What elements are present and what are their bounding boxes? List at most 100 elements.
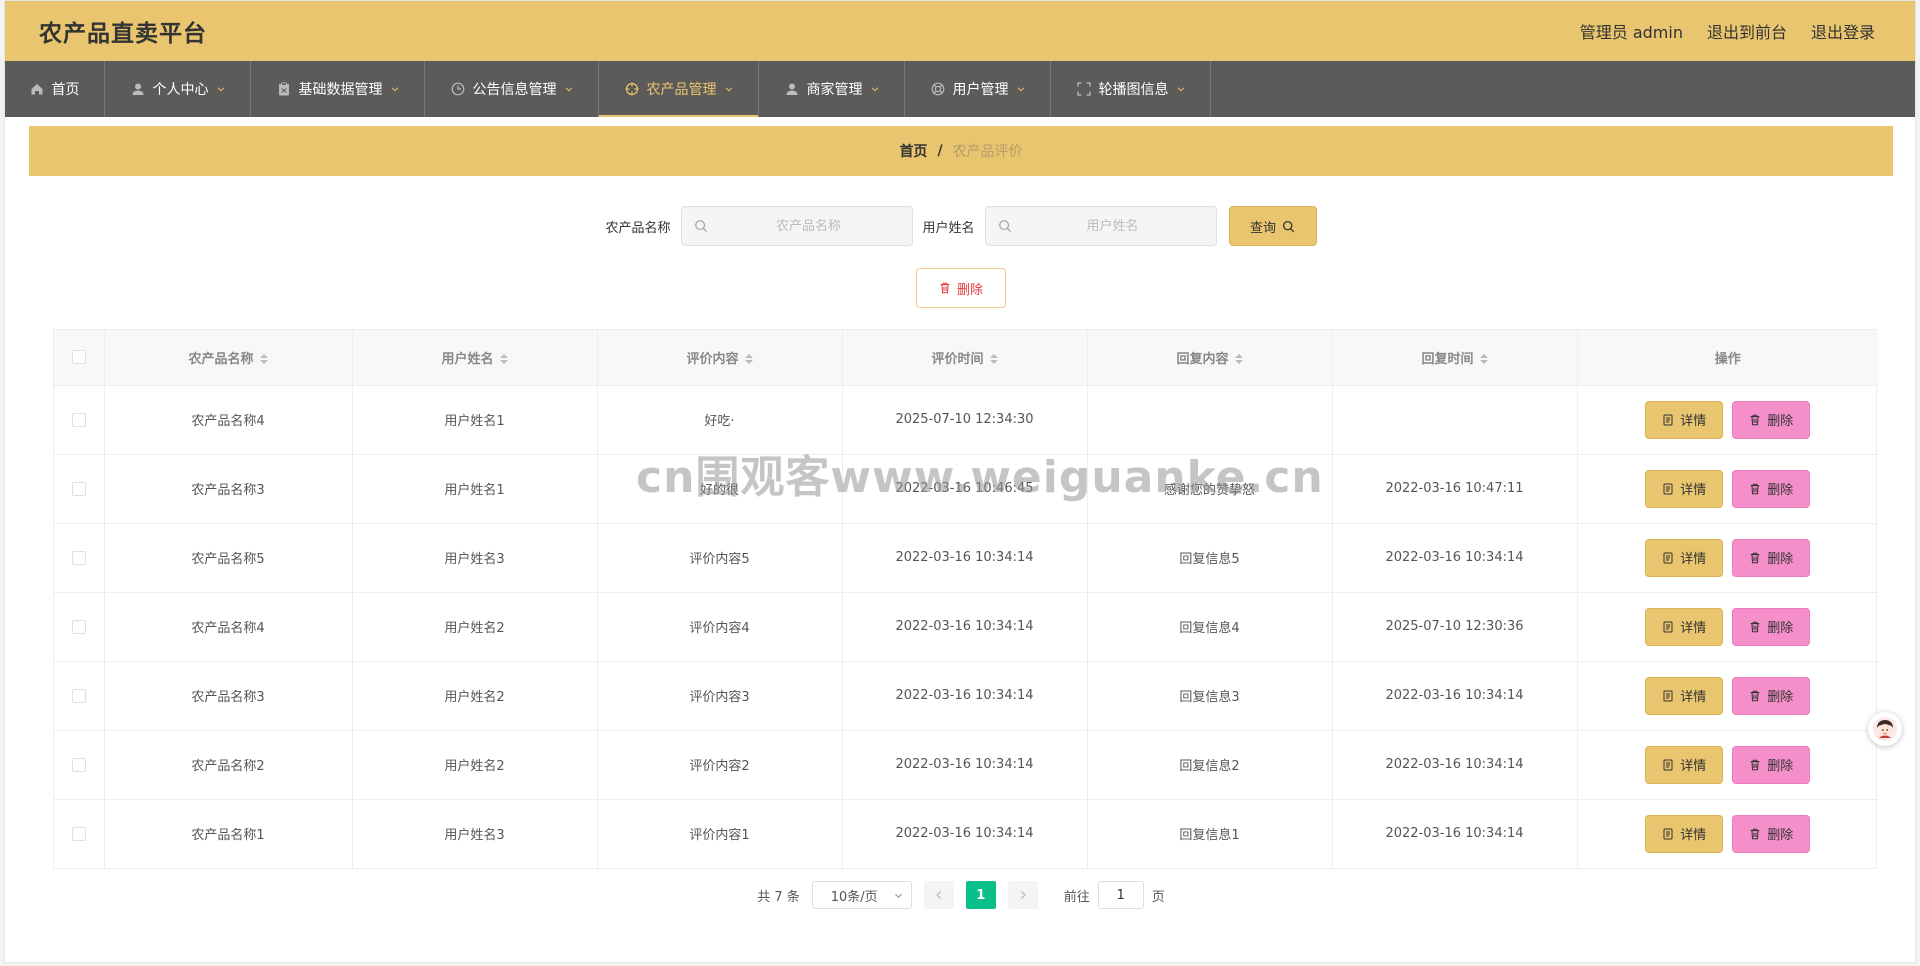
delete-button[interactable]: 删除: [1732, 814, 1811, 853]
row-checkbox[interactable]: [71, 550, 86, 565]
goto-suffix: 页: [1151, 889, 1165, 905]
row-actions: 详情 删除: [1577, 592, 1878, 662]
detail-button[interactable]: 详情: [1645, 745, 1724, 784]
product-name-input[interactable]: [717, 218, 900, 234]
chevron-down-icon: [565, 85, 573, 93]
cell-reply-time: 2022-03-16 10:34:14: [1332, 523, 1578, 593]
row-checkbox[interactable]: [71, 757, 86, 772]
sort-icon[interactable]: [499, 354, 508, 365]
bulk-actions: 删除: [29, 268, 1893, 308]
page-number-current[interactable]: 1: [965, 881, 996, 909]
column-header-4[interactable]: 回复内容: [1087, 330, 1333, 386]
breadcrumb-home[interactable]: 首页: [899, 141, 927, 161]
cell-reply-time: 2022-03-16 10:34:14: [1332, 730, 1578, 800]
nav-item-label: 商家管理: [806, 82, 863, 98]
delete-button-label: 删除: [1767, 621, 1794, 636]
detail-button[interactable]: 详情: [1645, 814, 1724, 853]
detail-button[interactable]: 详情: [1645, 538, 1724, 577]
column-header-5[interactable]: 回复时间: [1332, 330, 1578, 386]
detail-button[interactable]: 详情: [1645, 469, 1724, 508]
user-name-input[interactable]: [1021, 218, 1204, 234]
nav-item-5[interactable]: 商家管理: [759, 61, 905, 117]
delete-button[interactable]: 删除: [1732, 676, 1811, 715]
trash-icon: [1750, 621, 1760, 632]
cell-user: 用户姓名2: [352, 592, 598, 662]
crosshair-icon: [625, 82, 639, 96]
product-name-label: 农产品名称: [605, 220, 671, 236]
cell-reply: 回复信息4: [1087, 592, 1333, 662]
logout-link[interactable]: 退出登录: [1811, 19, 1875, 43]
nav-item-0[interactable]: 首页: [5, 61, 105, 117]
nav-item-3[interactable]: 公告信息管理: [425, 61, 599, 117]
sort-icon[interactable]: [1479, 354, 1488, 365]
delete-button[interactable]: 删除: [1732, 745, 1811, 784]
row-checkbox[interactable]: [71, 481, 86, 496]
delete-button[interactable]: 删除: [1732, 538, 1811, 577]
query-button-label: 查询: [1250, 220, 1277, 236]
cell-reply-time: 2022-03-16 10:47:11: [1332, 454, 1578, 524]
detail-button[interactable]: 详情: [1645, 400, 1724, 439]
cell-content: 评价内容2: [597, 730, 843, 800]
sort-icon[interactable]: [259, 354, 268, 365]
detail-button[interactable]: 详情: [1645, 676, 1724, 715]
nav-item-2[interactable]: 基础数据管理: [251, 61, 425, 117]
trash-icon: [1750, 828, 1760, 839]
trash-icon: [1750, 414, 1760, 425]
cell-content: 好的很: [597, 454, 843, 524]
next-page-button[interactable]: [1007, 881, 1038, 909]
chevron-down-icon: [725, 85, 733, 93]
search-form: 农产品名称 用户姓名 查询: [29, 206, 1893, 246]
trash-icon: [1750, 552, 1760, 563]
support-avatar[interactable]: [1868, 712, 1902, 746]
table-header: 农产品名称 用户姓名 评价内容 评价时间 回复内容 回复时间 操作: [54, 330, 1878, 386]
row-actions: 详情 删除: [1577, 730, 1878, 800]
detail-button-label: 详情: [1680, 828, 1707, 844]
main-nav: 首页 个人中心 基础数据管理 公告信息管理 农产品管理 商家管理 用户管理 轮播图信息: [5, 61, 1915, 117]
cell-reply-time: 2022-03-16 10:34:14: [1332, 661, 1578, 731]
row-checkbox[interactable]: [71, 688, 86, 703]
cell-content: 评价内容4: [597, 592, 843, 662]
nav-item-1[interactable]: 个人中心: [105, 61, 251, 117]
page-size-select[interactable]: 10条/页: [811, 881, 912, 909]
cell-product: 农产品名称3: [104, 454, 353, 524]
delete-button-label: 删除: [1767, 759, 1794, 774]
row-checkbox[interactable]: [71, 619, 86, 634]
document-icon: [1663, 483, 1673, 494]
column-header-3[interactable]: 评价时间: [842, 330, 1088, 386]
nav-item-7[interactable]: 轮播图信息: [1051, 61, 1211, 117]
delete-button-label: 删除: [1767, 414, 1794, 429]
delete-button-label: 删除: [1767, 828, 1794, 844]
goto-page-input[interactable]: [1097, 881, 1144, 909]
trash-icon: [940, 282, 950, 294]
detail-button-label: 详情: [1680, 552, 1707, 567]
prev-page-button[interactable]: [923, 881, 954, 909]
detail-button-label: 详情: [1680, 690, 1707, 705]
delete-button[interactable]: 删除: [1732, 469, 1811, 508]
cell-user: 用户姓名3: [352, 523, 598, 593]
column-header-label: 用户姓名: [441, 351, 494, 367]
delete-button[interactable]: 删除: [1732, 400, 1811, 439]
fullscreen-icon: [1076, 82, 1091, 96]
cell-reply: 感谢您的赞挚怒: [1087, 454, 1333, 524]
trash-icon: [1750, 483, 1760, 494]
sort-icon[interactable]: [989, 354, 998, 365]
detail-button[interactable]: 详情: [1645, 607, 1724, 646]
row-checkbox[interactable]: [71, 412, 86, 427]
column-header-0[interactable]: 农产品名称: [104, 330, 353, 386]
select-all-checkbox[interactable]: [71, 350, 86, 365]
nav-item-label: 基础数据管理: [298, 82, 383, 98]
delete-button[interactable]: 删除: [1732, 607, 1811, 646]
back-to-front-link[interactable]: 退出到前台: [1707, 19, 1787, 43]
nav-item-6[interactable]: 用户管理: [905, 61, 1051, 117]
column-header-1[interactable]: 用户姓名: [352, 330, 598, 386]
query-button[interactable]: 查询: [1228, 206, 1317, 246]
cell-time: 2025-07-10 12:34:30: [842, 385, 1088, 455]
bulk-delete-button[interactable]: 删除: [916, 268, 1006, 308]
sort-icon[interactable]: [744, 354, 753, 365]
table-row: 农产品名称3 用户姓名1 好的很 2022-03-16 10:46:45 感谢您的赞挚怒…: [54, 454, 1878, 524]
nav-item-4[interactable]: 农产品管理: [599, 61, 759, 117]
column-header-2[interactable]: 评价内容: [597, 330, 843, 386]
sort-icon[interactable]: [1234, 354, 1243, 365]
row-checkbox[interactable]: [71, 826, 86, 841]
main-content: 农产品名称 用户姓名 查询 删除: [29, 185, 1893, 930]
